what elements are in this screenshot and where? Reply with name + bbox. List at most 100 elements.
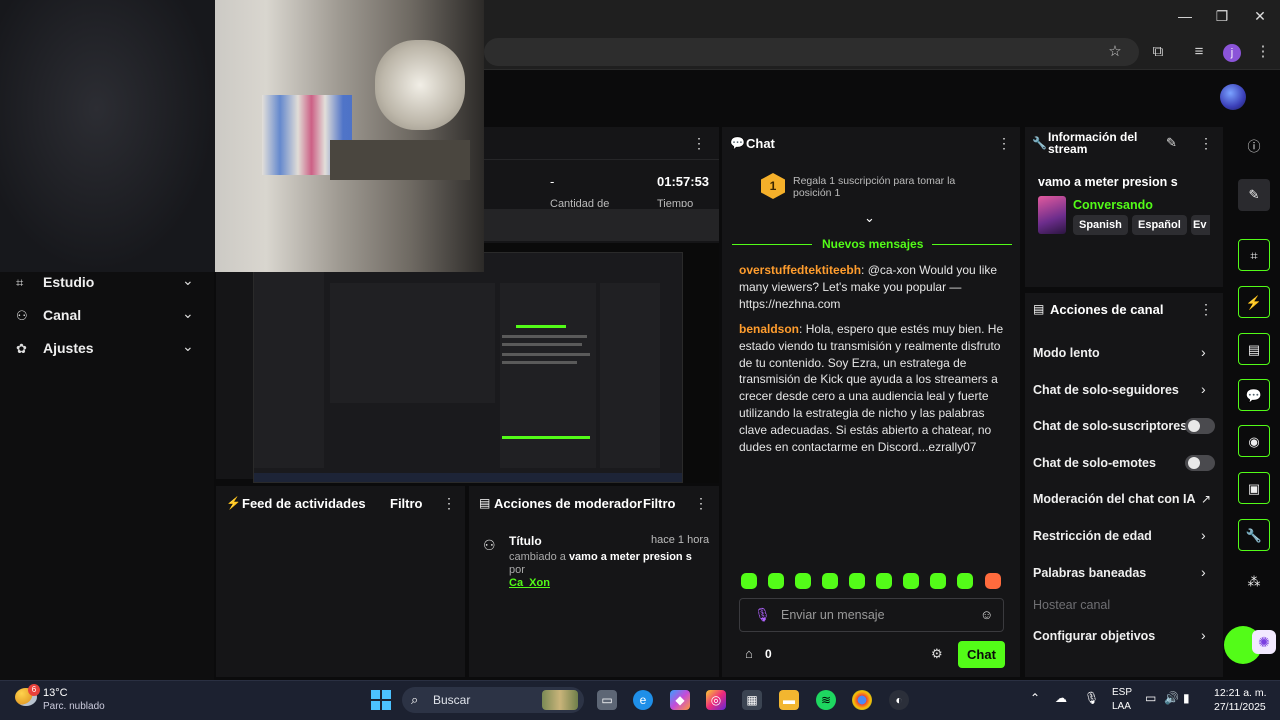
chevron-right-icon[interactable]: › xyxy=(1201,564,1206,580)
microphone-tray-icon[interactable]: 🎙 xyxy=(1084,691,1099,705)
store-app-icon[interactable]: ▦ xyxy=(742,690,762,710)
profile-avatar[interactable]: j xyxy=(1223,44,1241,62)
mod-filter-button[interactable]: Filtro xyxy=(643,496,676,511)
action-slow-mode[interactable]: Modo lento xyxy=(1033,346,1100,360)
input-language[interactable]: ESP xyxy=(1112,687,1132,698)
emote-icon[interactable] xyxy=(741,573,757,589)
feed-filter-button[interactable]: Filtro xyxy=(390,496,423,511)
chat-icon[interactable]: 💬 xyxy=(1238,379,1270,411)
media-control-icon[interactable]: ≡ xyxy=(1190,43,1208,61)
edit-pencil-icon[interactable]: ✎ xyxy=(1238,179,1270,211)
action-banned-words[interactable]: Palabras baneadas xyxy=(1033,566,1146,580)
emote-icon[interactable] xyxy=(957,573,973,589)
mod-menu-icon[interactable]: ⋮ xyxy=(694,495,708,512)
wrench-tool-icon[interactable]: 🔧 xyxy=(1238,519,1270,551)
chat-bubble-icon: 💬 xyxy=(730,136,745,150)
action-followers-only[interactable]: Chat de solo-seguidores xyxy=(1033,383,1179,397)
chevron-right-icon[interactable]: › xyxy=(1201,527,1206,543)
store-icon[interactable]: ⌂ xyxy=(745,646,753,661)
file-explorer-icon[interactable]: ▬ xyxy=(779,690,799,710)
battery-icon[interactable]: ▮ xyxy=(1183,691,1190,705)
subscribers-only-toggle[interactable] xyxy=(1185,418,1215,434)
gift-promo-text[interactable]: Regala 1 suscripción para tomar la posic… xyxy=(793,175,993,199)
chat-menu-icon[interactable]: ⋮ xyxy=(997,135,1011,152)
action-age-restriction[interactable]: Restricción de edad xyxy=(1033,529,1152,543)
emote-icon[interactable] xyxy=(903,573,919,589)
emote-icon[interactable] xyxy=(795,573,811,589)
emotes-only-toggle[interactable] xyxy=(1185,455,1215,471)
chevron-right-icon[interactable]: › xyxy=(1201,627,1206,643)
tray-overflow-icon[interactable]: ⌃ xyxy=(1030,691,1040,705)
copilot-icon[interactable]: ◆ xyxy=(670,690,690,710)
instagram-icon[interactable]: ◎ xyxy=(706,690,726,710)
minimize-button[interactable]: — xyxy=(1175,8,1195,24)
category-name[interactable]: Conversando xyxy=(1073,198,1153,212)
screen-capture-icon[interactable]: ⌗ xyxy=(1238,239,1270,271)
lightning-icon[interactable]: ⚡ xyxy=(1238,286,1270,318)
emote-icon[interactable] xyxy=(930,573,946,589)
weather-temp[interactable]: 13°C xyxy=(43,687,68,699)
chevron-right-icon[interactable]: › xyxy=(1201,381,1206,397)
chevron-right-icon[interactable]: › xyxy=(1201,344,1206,360)
browser-menu-icon[interactable]: ⋮ xyxy=(1254,43,1272,61)
user-avatar[interactable] xyxy=(1220,84,1246,110)
emote-icon[interactable] xyxy=(876,573,892,589)
share-icon[interactable]: ⁂ xyxy=(1238,566,1270,598)
cloud-icon[interactable]: ☁ xyxy=(1055,691,1067,705)
user-edit-icon: ⚇ xyxy=(483,537,496,553)
keyboard-layout[interactable]: LAA xyxy=(1112,701,1131,712)
emote-icon[interactable] xyxy=(985,573,1001,589)
windows-start-icon[interactable] xyxy=(371,690,391,710)
info-icon[interactable]: ⓘ xyxy=(1238,131,1270,163)
microphone-icon[interactable]: 🎙 xyxy=(754,607,771,623)
send-chat-button[interactable]: Chat xyxy=(958,641,1005,668)
extensions-icon[interactable]: ⧉ xyxy=(1149,43,1167,61)
new-messages-label[interactable]: Nuevos mensajes xyxy=(822,237,923,251)
taskbar-search[interactable]: ⌕ Buscar xyxy=(402,687,584,713)
volume-icon[interactable]: 🔊 xyxy=(1164,691,1179,705)
weather-desc[interactable]: Parc. nublado xyxy=(43,701,105,712)
chrome-icon[interactable] xyxy=(852,690,872,710)
action-host-channel: Hostear canal xyxy=(1033,598,1111,612)
edge-icon[interactable]: e xyxy=(633,690,653,710)
actions-menu-icon[interactable]: ⋮ xyxy=(1199,301,1213,318)
activity-feed-panel xyxy=(216,486,465,677)
emote-icon[interactable] xyxy=(849,573,865,589)
bookmark-star-icon[interactable]: ☆ xyxy=(1106,43,1124,61)
sidebar-item-channel[interactable]: ⚇ Canal ⌄ xyxy=(0,301,214,331)
clock-date[interactable]: 27/11/2025 xyxy=(1214,701,1266,713)
layout-icon[interactable]: ▣ xyxy=(1238,472,1270,504)
info-menu-icon[interactable]: ⋮ xyxy=(1199,135,1213,152)
feed-menu-icon[interactable]: ⋮ xyxy=(442,495,456,512)
mini-text xyxy=(502,343,582,346)
emote-icon[interactable] xyxy=(768,573,784,589)
mini-text xyxy=(502,353,590,356)
chat-username[interactable]: benaldson xyxy=(739,322,799,336)
close-window-button[interactable]: ✕ xyxy=(1250,8,1270,25)
sidebar-item-settings[interactable]: ✿ Ajustes ⌄ xyxy=(0,334,214,364)
category-thumbnail[interactable] xyxy=(1038,196,1066,234)
spotify-icon[interactable]: ≋ xyxy=(816,690,836,710)
maximize-button[interactable]: ❐ xyxy=(1212,8,1232,25)
mod-entry-user[interactable]: Ca_Xon xyxy=(509,577,550,589)
obs-icon[interactable]: ◐ xyxy=(889,690,909,710)
address-bar[interactable] xyxy=(484,38,1139,66)
chat-settings-icon[interactable]: ⚙ xyxy=(931,646,943,662)
broadcast-icon[interactable]: ◉ xyxy=(1238,425,1270,457)
clock-time[interactable]: 12:21 a. m. xyxy=(1214,687,1267,699)
edit-icon[interactable]: ✎ xyxy=(1166,135,1177,151)
action-ai-moderation[interactable]: Moderación del chat con IA xyxy=(1033,492,1196,506)
task-view-icon[interactable]: ▭ xyxy=(597,690,617,710)
chevron-collapse-icon[interactable]: ⌄ xyxy=(864,210,875,226)
ai-assistant-icon[interactable]: ✺ xyxy=(1252,630,1276,654)
chat-input[interactable]: 🎙 Enviar un mensaje ☺ xyxy=(739,598,1004,632)
sidebar-item-studio[interactable]: ⌗ Estudio ⌄ xyxy=(0,268,214,298)
external-link-icon[interactable]: ↗ xyxy=(1201,492,1211,506)
chat-username[interactable]: overstuffedtektiteebh xyxy=(739,263,861,277)
emoji-icon[interactable]: ☺ xyxy=(980,607,993,622)
stream-menu-icon[interactable]: ⋮ xyxy=(692,135,706,152)
notes-icon[interactable]: ▤ xyxy=(1238,333,1270,365)
network-icon[interactable]: ▭ xyxy=(1145,691,1156,705)
action-goals[interactable]: Configurar objetivos xyxy=(1033,629,1155,643)
emote-icon[interactable] xyxy=(822,573,838,589)
